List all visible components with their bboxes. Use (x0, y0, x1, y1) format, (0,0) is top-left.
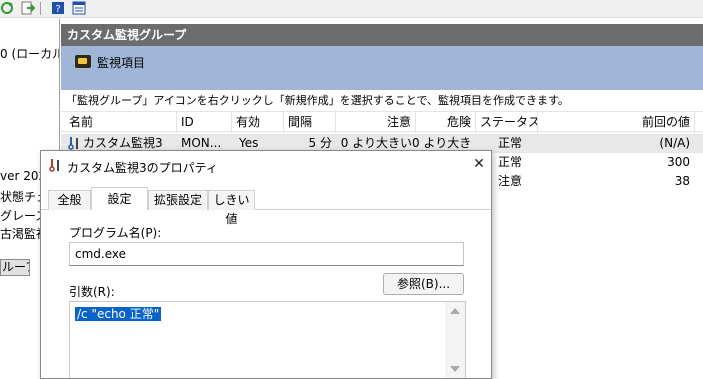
tab-settings[interactable]: 設定 (91, 187, 148, 210)
scrollbar[interactable] (445, 302, 465, 378)
row-last-value: 300 (667, 155, 690, 169)
info-text: 「監視グループ」アイコンを右クリックし「新規作成」を選択することで、監視項目を作… (66, 94, 569, 107)
pane-title: カスタム監視グループ (61, 24, 703, 46)
close-icon[interactable]: ✕ (471, 156, 487, 172)
col-id[interactable]: ID (177, 112, 232, 133)
toolbar: ? (0, 0, 703, 18)
col-name[interactable]: 名前 (61, 112, 177, 133)
header-label: 監視項目 (97, 56, 146, 70)
row-last-value: 38 (674, 174, 690, 188)
toolbar-separator (40, 2, 41, 15)
tab-advanced[interactable]: 拡張設定 (148, 190, 208, 210)
program-label: プログラム名(P): (69, 226, 162, 240)
row-status: 注意 (498, 174, 523, 188)
row-status: 正常 (498, 155, 523, 169)
table-header: 名前 ID 有効 間隔 注意 危険 ステータス 前回の値 (61, 111, 703, 133)
col-last-value[interactable]: 前回の値 (538, 112, 695, 133)
args-textarea[interactable]: /c "echo 正常" (69, 301, 466, 378)
properties-dialog: カスタム監視3のプロパティ ✕ 全般 設定 拡張設定 しきい値 プログラム名(P… (40, 150, 492, 379)
args-label: 引数(R): (69, 285, 115, 299)
col-warning[interactable]: 注意 (336, 112, 416, 133)
header-band (61, 46, 703, 90)
dialog-title: カスタム監視3のプロパティ (67, 161, 218, 175)
export-icon[interactable] (21, 1, 35, 15)
row-status: 正常 (498, 136, 523, 150)
help-icon[interactable]: ? (51, 1, 65, 15)
wrench-icon (68, 137, 78, 150)
wrench-icon (49, 159, 59, 172)
scroll-down-icon[interactable] (450, 366, 460, 372)
refresh-icon[interactable] (0, 1, 14, 15)
col-critical[interactable]: 危険 (416, 112, 476, 133)
col-status[interactable]: ステータス (476, 112, 538, 133)
properties-icon[interactable] (72, 1, 86, 15)
args-selected-text: /c "echo 正常" (75, 307, 162, 321)
scroll-up-icon[interactable] (450, 308, 460, 314)
svg-text:?: ? (55, 4, 60, 15)
tab-thresholds[interactable]: しきい値 (208, 190, 255, 226)
row-last-value: (N/A) (659, 136, 690, 150)
folder-icon (75, 55, 91, 68)
col-enabled[interactable]: 有効 (232, 112, 284, 133)
browse-button[interactable]: 参照(B)... (383, 273, 464, 295)
tree-group-button[interactable]: ループ (0, 259, 30, 276)
program-input[interactable]: cmd.exe (69, 242, 464, 266)
tree-item-local[interactable]: 0 (ローカル) (0, 45, 59, 62)
col-interval[interactable]: 間隔 (284, 112, 336, 133)
tab-general[interactable]: 全般 (48, 190, 91, 210)
